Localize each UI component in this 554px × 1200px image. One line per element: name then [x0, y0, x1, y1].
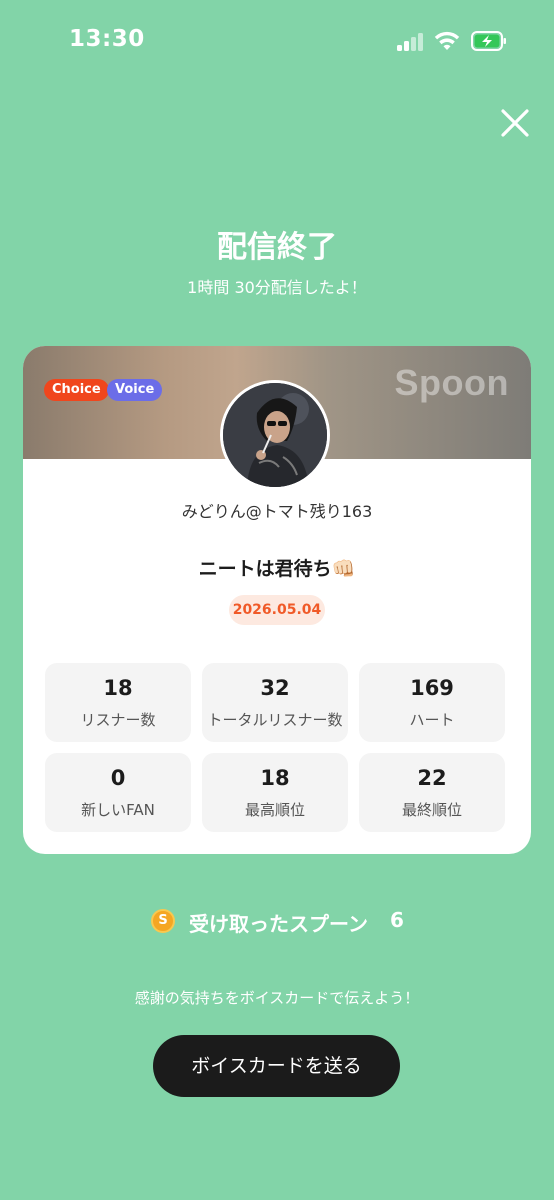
stat-label: ハート [409, 711, 455, 729]
host-username: みどりん@トマト残り163 [181, 502, 373, 521]
battery-charging-icon [471, 31, 506, 51]
send-voice-card-button[interactable]: ボイスカードを送る [153, 1035, 400, 1097]
stat-final-rank: 22 最終順位 [359, 753, 505, 832]
stat-value: 18 [103, 676, 133, 700]
stat-label: 最高順位 [244, 801, 305, 819]
cellular-signal-icon [397, 33, 425, 51]
voice-card-prompt: 感謝の気持ちをボイスカードで伝えよう！ [134, 989, 420, 1007]
stat-value: 22 [417, 766, 447, 790]
stat-label: トータルリスナー数 [207, 711, 343, 729]
broadcast-duration: 1時間 30分配信したよ！ [187, 278, 367, 297]
stat-label: 新しいFAN [81, 801, 155, 819]
stat-listeners: 18 リスナー数 [45, 663, 191, 742]
avatar [220, 380, 330, 490]
choice-badge: Choice [44, 379, 109, 401]
broadcast-summary-card: Spoon Choice Voice みどりん@トマト残り163 ニートは君待ち… [23, 346, 531, 854]
status-bar: 13:30 [0, 0, 554, 84]
spoon-logo: Spoon [394, 362, 509, 403]
stat-highest-rank: 18 最高順位 [202, 753, 348, 832]
broadcast-date: 2026.05.04 [229, 595, 325, 625]
stat-new-fans: 0 新しいFAN [45, 753, 191, 832]
broadcast-title: ニートは君待ち👊🏻 [198, 558, 356, 580]
stat-label: リスナー数 [80, 711, 156, 729]
stat-total-listeners: 32 トータルリスナー数 [202, 663, 348, 742]
stat-value: 32 [260, 676, 290, 700]
page-title: 配信終了 [217, 230, 337, 265]
stat-value: 169 [410, 676, 454, 700]
received-spoons: S 受け取ったスプーン 6 [0, 906, 554, 936]
voice-badge: Voice [107, 379, 163, 401]
close-button[interactable] [496, 104, 534, 142]
received-spoons-count: 6 [390, 908, 404, 932]
received-spoons-label: 受け取ったスプーン [189, 912, 368, 936]
stat-label: 最終順位 [401, 801, 462, 819]
stat-value: 0 [110, 766, 126, 790]
stat-value: 18 [260, 766, 290, 790]
stat-hearts: 169 ハート [359, 663, 505, 742]
wifi-icon [434, 31, 460, 50]
spoon-coin-icon: S [151, 909, 175, 933]
status-time: 13:30 [69, 26, 145, 52]
avatar-illustration [223, 383, 327, 487]
